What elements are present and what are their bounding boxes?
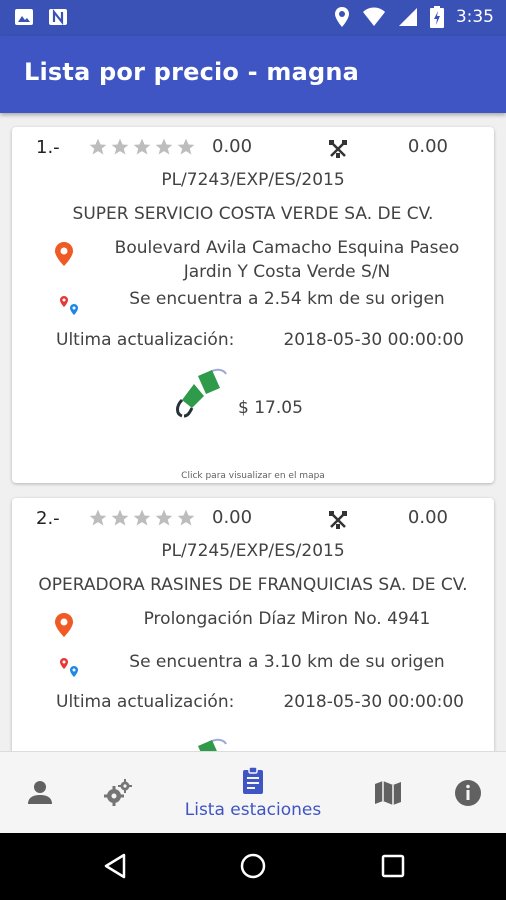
- update-label: Ultima actualización:: [56, 330, 235, 350]
- station-index: 2.-: [36, 508, 60, 529]
- location-pin-icon: [55, 242, 73, 266]
- star-icon: [111, 138, 129, 155]
- star-icon: [133, 138, 151, 155]
- nav-profile[interactable]: [20, 752, 60, 834]
- map-hint[interactable]: Click para visualizar en el mapa: [12, 471, 494, 481]
- battery-charging-icon: [429, 6, 444, 28]
- rating-value: 0.00: [212, 136, 253, 157]
- nav-map[interactable]: [368, 752, 408, 834]
- station-name: SUPER SERVICIO COSTA VERDE SA. DE CV.: [72, 204, 434, 224]
- nav-settings[interactable]: [98, 752, 138, 834]
- clock: 3:35: [455, 7, 494, 27]
- update-value: 2018-05-30 00:00:00: [283, 692, 464, 712]
- fuel-nozzle-icon: [176, 368, 227, 418]
- score-value: 0.00: [407, 136, 448, 157]
- address-line: Jardin Y Costa Verde S/N: [183, 262, 391, 282]
- permit-number: PL/7243/EXP/ES/2015: [161, 170, 345, 190]
- star-icon: [177, 509, 195, 526]
- tools-icon: [329, 511, 347, 529]
- star-icon: [177, 138, 195, 155]
- back-icon[interactable]: [100, 851, 130, 881]
- page-title: Lista por precio - magna: [24, 58, 360, 86]
- station-index: 1.-: [36, 137, 60, 158]
- star-icon: [133, 509, 151, 526]
- star-icon: [111, 509, 129, 526]
- location-icon: [334, 7, 349, 27]
- nav-station-list[interactable]: Lista estaciones: [172, 752, 334, 834]
- tools-icon: [329, 140, 347, 158]
- address-line: Prolongación Díaz Miron No. 4941: [143, 609, 431, 629]
- route-icon: [60, 296, 78, 315]
- fuel-nozzle-icon: [198, 738, 227, 751]
- location-pin-icon: [55, 613, 73, 637]
- image-icon: [15, 9, 33, 25]
- station-list[interactable]: 1.- 0.00 0.00 PL/7243/EXP/ES/2015 SUPER …: [0, 113, 506, 751]
- home-icon[interactable]: [238, 851, 268, 881]
- permit-number: PL/7245/EXP/ES/2015: [161, 541, 345, 561]
- station-distance: Se encuentra a 3.10 km de su origen: [129, 652, 445, 672]
- status-bar: 3:35: [0, 0, 506, 36]
- nav-station-list-label: Lista estaciones: [184, 800, 322, 820]
- address-line: Boulevard Avila Camacho Esquina Paseo: [114, 238, 460, 258]
- star-icon: [155, 509, 173, 526]
- rating-stars: [88, 137, 196, 157]
- list-icon: [243, 766, 263, 794]
- gears-icon: [104, 779, 132, 806]
- update-value: 2018-05-30 00:00:00: [283, 330, 464, 350]
- star-icon: [89, 509, 107, 526]
- fuel-price: $ 17.05: [238, 398, 303, 418]
- app-bar: Lista por precio - magna: [0, 36, 506, 113]
- update-label: Ultima actualización:: [56, 692, 235, 712]
- person-icon: [28, 781, 52, 804]
- station-address: Prolongación Díaz Miron No. 4941: [92, 607, 482, 631]
- station-card[interactable]: 2.- 0.00 0.00 PL/7245/EXP/ES/2015 OPERAD…: [12, 498, 494, 751]
- map-icon: [375, 781, 401, 805]
- route-icon: [60, 658, 78, 677]
- station-address: Boulevard Avila Camacho Esquina Paseo Ja…: [92, 236, 482, 284]
- signal-icon: [398, 8, 417, 26]
- star-icon: [155, 138, 173, 155]
- n-icon: [49, 8, 67, 26]
- station-distance: Se encuentra a 2.54 km de su origen: [129, 289, 445, 309]
- system-navigation-bar: [0, 833, 506, 900]
- rating-value: 0.00: [212, 507, 253, 528]
- nav-info[interactable]: [448, 752, 488, 834]
- station-card[interactable]: 1.- 0.00 0.00 PL/7243/EXP/ES/2015 SUPER …: [12, 127, 494, 483]
- rating-stars: [88, 508, 196, 528]
- bottom-navigation: Lista estaciones: [0, 751, 506, 833]
- star-icon: [89, 138, 107, 155]
- station-name: OPERADORA RASINES DE FRANQUICIAS SA. DE …: [38, 575, 468, 595]
- score-value: 0.00: [407, 507, 448, 528]
- wifi-icon: [362, 7, 385, 26]
- recents-icon[interactable]: [378, 851, 408, 881]
- info-icon: [455, 780, 481, 806]
